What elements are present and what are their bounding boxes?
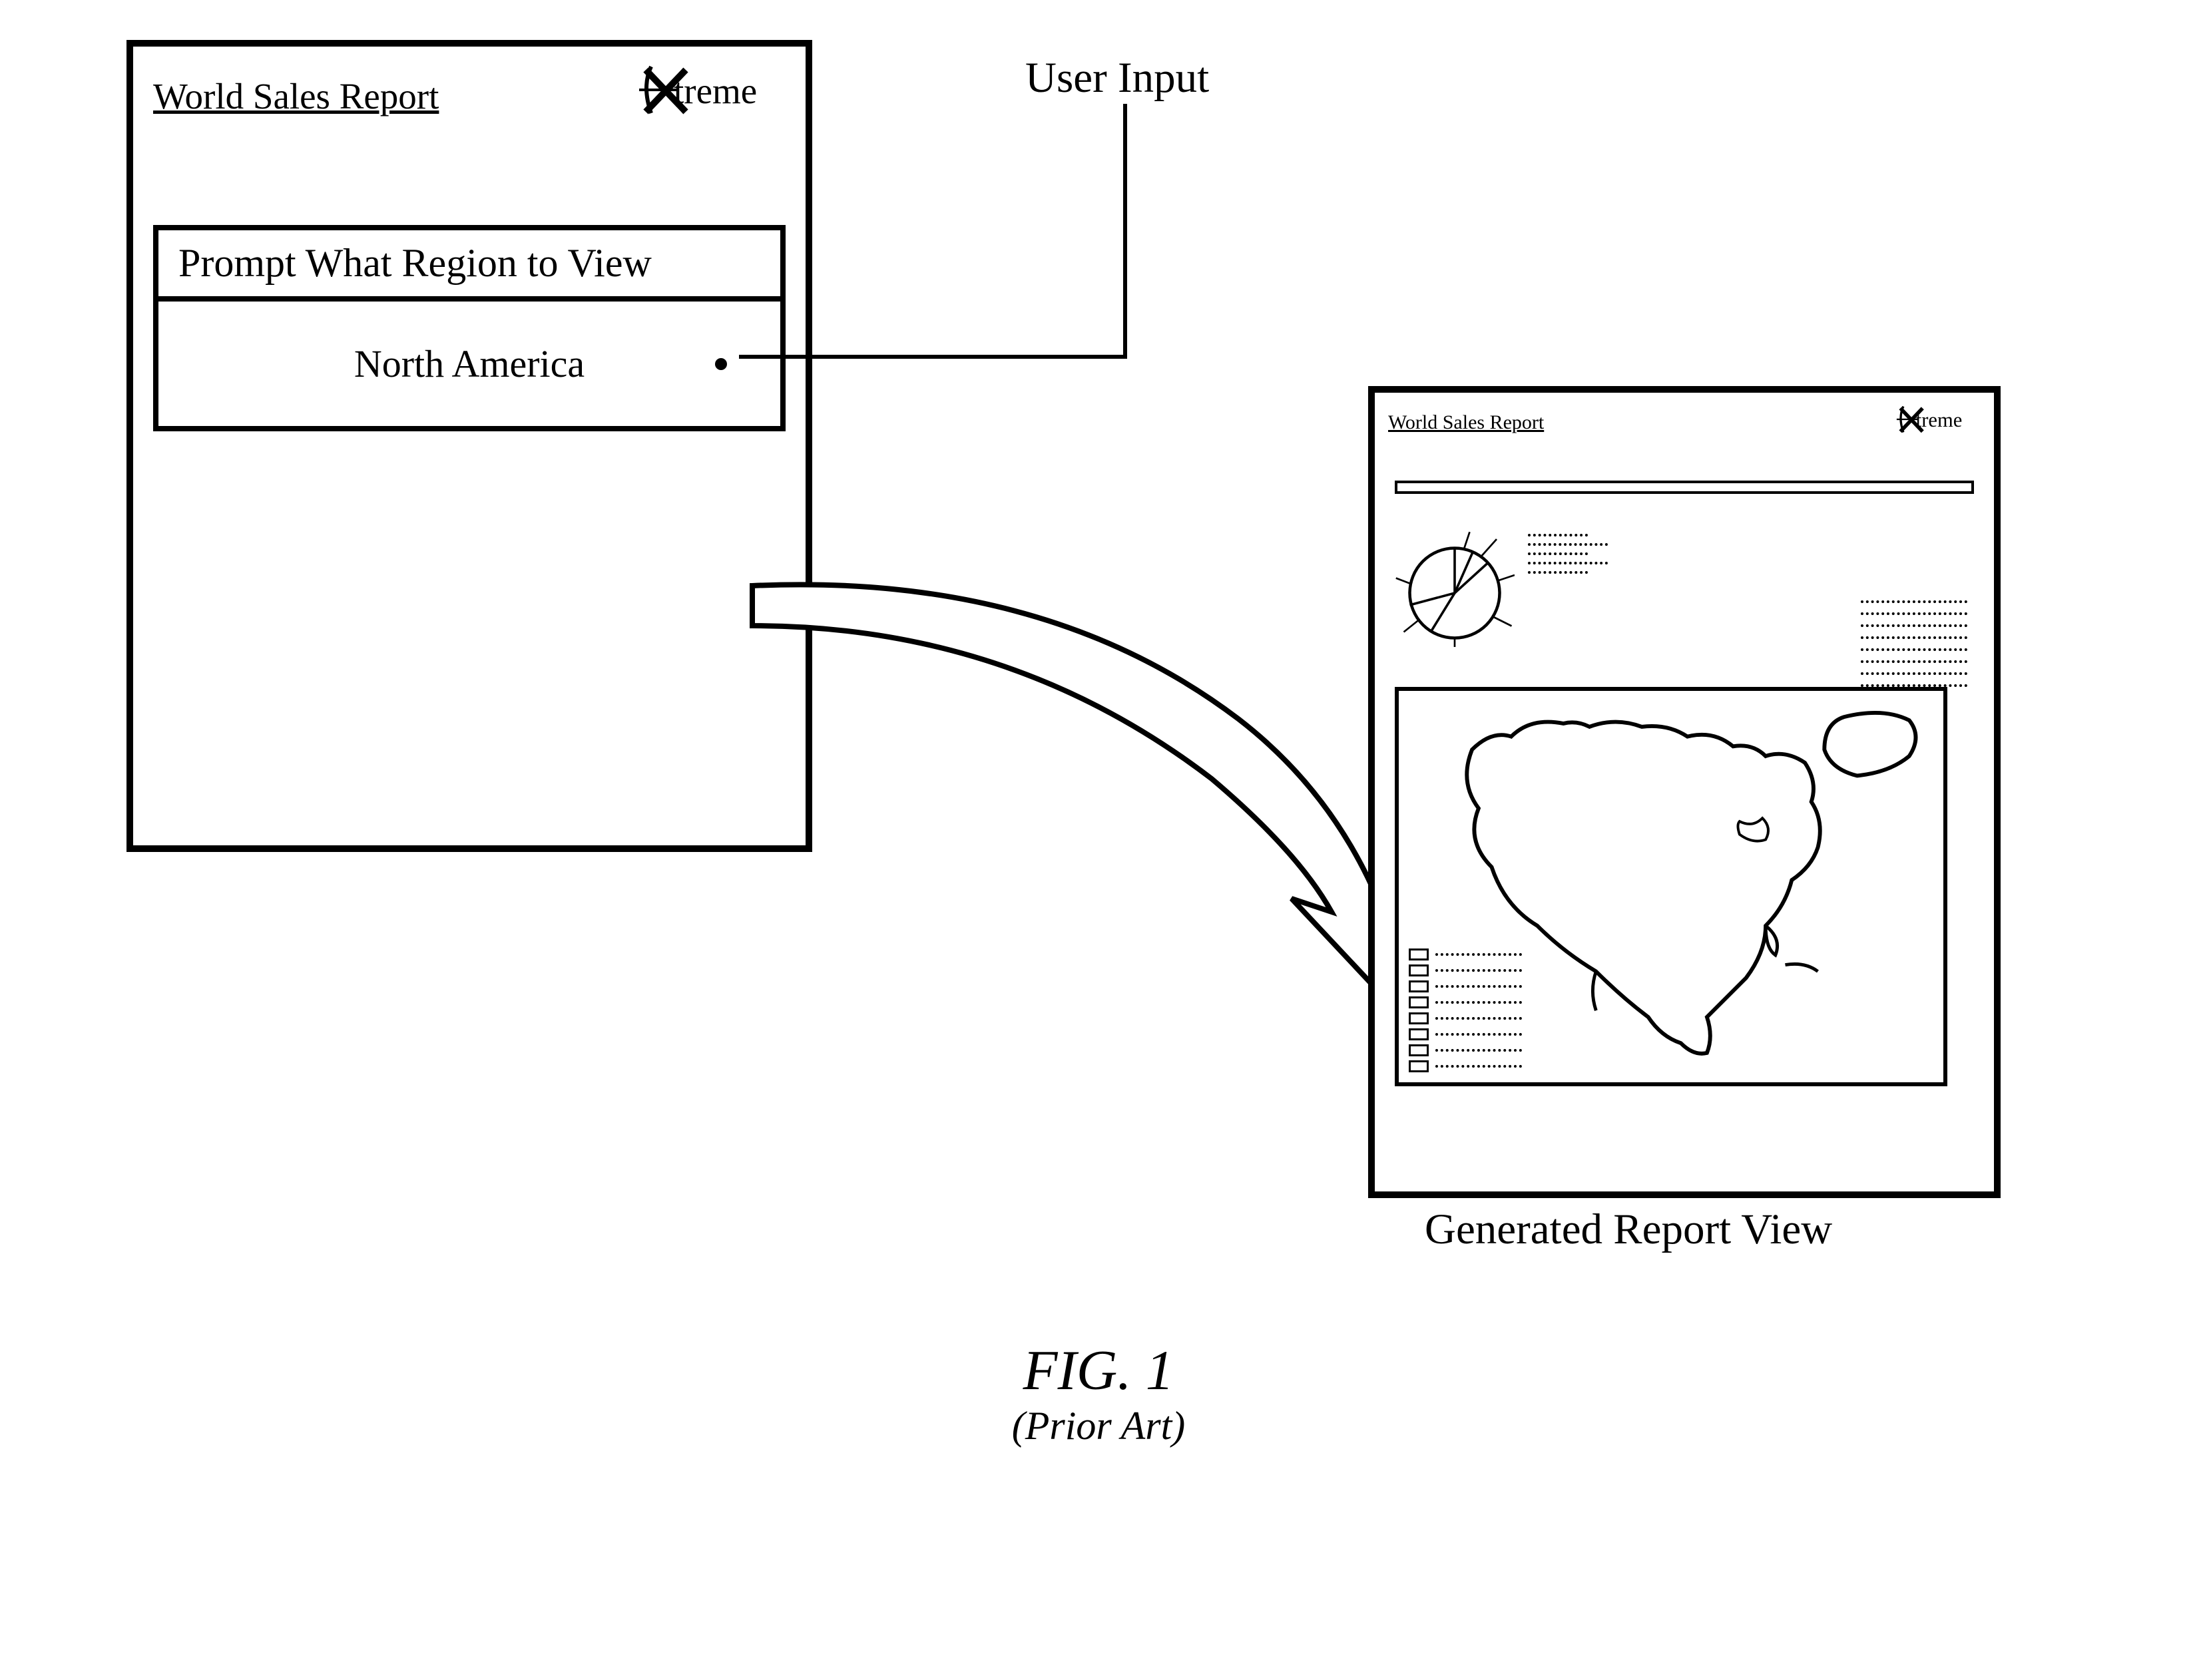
data-placeholder-line (1435, 985, 1522, 988)
legend-row (1409, 980, 1522, 992)
data-placeholder-line (1861, 648, 1967, 651)
legend-row (1409, 996, 1522, 1008)
data-placeholder-line (1861, 672, 1967, 675)
report-title: World Sales Report (153, 75, 439, 117)
figure-caption: FIG. 1 (Prior Art) (1012, 1338, 1186, 1449)
legend-swatch-icon (1409, 1028, 1429, 1040)
legend-row (1409, 964, 1522, 976)
xtreme-logo-icon: treme (1894, 403, 1981, 442)
data-placeholder-line (1435, 1065, 1522, 1068)
legend-swatch-icon (1409, 1044, 1429, 1056)
report-title-text: World Sales Report (1388, 411, 1544, 434)
figure-container: World Sales Report treme Prompt What Reg… (0, 0, 2197, 1680)
data-placeholder-line (1435, 1001, 1522, 1004)
svg-text:treme: treme (1916, 409, 1963, 431)
data-placeholder-line (1528, 571, 1588, 574)
report-body (1375, 507, 1994, 1106)
data-placeholder-line (1861, 612, 1967, 615)
generated-report-annotation: Generated Report View (1425, 1205, 1832, 1255)
data-placeholder-line (1861, 660, 1967, 663)
generated-report-panel: World Sales Report treme (1368, 386, 2001, 1198)
data-placeholder-line (1528, 543, 1608, 546)
legend-row (1409, 1044, 1522, 1056)
data-placeholder-line (1528, 534, 1588, 536)
region-input-value: North America (354, 342, 585, 385)
data-placeholder-line (1435, 1033, 1522, 1036)
figure-subtitle: (Prior Art) (1012, 1403, 1186, 1449)
data-placeholder-line (1435, 1049, 1522, 1052)
leader-line (739, 104, 1138, 383)
legend-row (1409, 948, 1522, 960)
legend-swatch-icon (1409, 948, 1429, 960)
data-text-block (1861, 600, 1967, 687)
region-map (1395, 687, 1947, 1086)
legend-row (1409, 1028, 1522, 1040)
data-placeholder-line (1528, 552, 1588, 555)
figure-number: FIG. 1 (1012, 1338, 1186, 1403)
map-legend (1409, 948, 1522, 1072)
data-placeholder-line (1861, 600, 1967, 603)
user-input-annotation: User Input (1025, 53, 1209, 103)
prompt-dialog-panel: World Sales Report treme Prompt What Reg… (126, 40, 812, 852)
legend-row (1409, 1060, 1522, 1072)
legend-swatch-icon (1409, 1012, 1429, 1024)
legend-swatch-icon (1409, 1060, 1429, 1072)
pie-labels (1528, 534, 1608, 574)
data-placeholder-line (1861, 636, 1967, 639)
data-placeholder-line (1435, 1017, 1522, 1020)
data-placeholder-line (1528, 562, 1608, 564)
data-placeholder-line (1861, 624, 1967, 627)
legend-swatch-icon (1409, 996, 1429, 1008)
legend-swatch-icon (1409, 964, 1429, 976)
prompt-header: Prompt What Region to View (158, 230, 780, 302)
pie-chart-icon (1395, 527, 1515, 647)
prompt-title-bar: World Sales Report treme (133, 47, 806, 138)
input-indicator-dot (715, 358, 727, 370)
prompt-box: Prompt What Region to View North America (153, 225, 786, 431)
report-separator (1395, 481, 1974, 494)
data-placeholder-line (1435, 953, 1522, 956)
legend-swatch-icon (1409, 980, 1429, 992)
flow-arrow-icon (746, 579, 1445, 1045)
data-placeholder-line (1435, 969, 1522, 972)
report-title-bar: World Sales Report treme (1375, 393, 1994, 447)
region-input[interactable]: North America (158, 302, 780, 426)
legend-row (1409, 1012, 1522, 1024)
